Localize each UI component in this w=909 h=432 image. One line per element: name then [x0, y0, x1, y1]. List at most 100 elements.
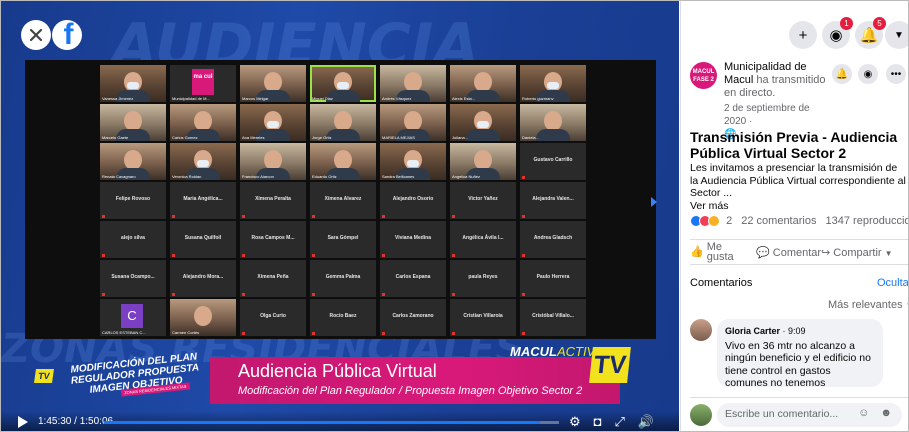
participant-name: Rocio Baez — [329, 313, 357, 319]
share-button[interactable]: ↪ Compartir ▼ — [821, 246, 893, 259]
participant-head — [194, 306, 212, 326]
muted-mic-icon — [522, 215, 525, 218]
post-description-text: Les invitamos a presenciar la transmisió… — [690, 162, 906, 199]
commenter-avatar[interactable] — [690, 319, 712, 341]
emoji-icon[interactable]: ☺ ☻ — [858, 407, 896, 419]
participant-name: Marcos Melgar — [242, 96, 269, 101]
participant-mask — [407, 160, 419, 167]
more-icon: ••• — [890, 68, 902, 80]
participant-tile: Daniela... — [520, 104, 586, 141]
muted-mic-icon — [242, 254, 245, 257]
hide-comments-link[interactable]: Ocultar — [877, 277, 908, 289]
muted-mic-icon — [522, 254, 525, 257]
share-label: Compartir — [833, 247, 882, 259]
participant-tile: Andrea Gladsch — [520, 221, 586, 258]
comment-input[interactable]: Escribe un comentario... ☺ ☻ — [717, 403, 902, 427]
participant-head — [264, 72, 282, 92]
participant-name: Miguel Diaz — [312, 96, 333, 101]
participant-avatar-letter: C — [121, 304, 143, 328]
muted-mic-icon — [312, 293, 315, 296]
participant-name: MARIELA MEJIAS — [382, 135, 415, 140]
next-page-arrow-icon[interactable] — [651, 197, 657, 207]
user-avatar — [690, 404, 712, 426]
participant-tile: Carlos Zamorano — [380, 299, 446, 336]
participant-head — [404, 72, 422, 92]
volume-icon[interactable]: 🔊 — [638, 414, 654, 430]
participant-mask — [337, 82, 349, 89]
participant-name: Alejandra Valen... — [532, 196, 574, 202]
participant-tile: Gemma Palma — [310, 260, 376, 297]
progress-bar[interactable] — [104, 421, 559, 424]
relevance-filter[interactable]: Más relevantes ▼ — [828, 299, 908, 311]
play-icon[interactable] — [18, 416, 28, 428]
video-player[interactable]: AUDIENCIA ZONAS RESIDENCIALES f Vanessa … — [1, 1, 679, 431]
post-title: Transmisión Previa - Audiencia Pública V… — [690, 129, 898, 161]
messenger-button[interactable]: ◉ 1 — [822, 17, 853, 49]
notifications-badge: 5 — [873, 17, 886, 30]
close-icon — [29, 28, 43, 42]
participant-name: Francisco Alarcon — [242, 174, 274, 179]
follow-bell-button[interactable]: 🔔 — [832, 64, 852, 84]
playback-time: 1:45:30 / 1:50:06 — [38, 416, 114, 427]
participant-name: Cristian Villaroia — [463, 313, 503, 319]
participant-tile: Rocio Baez — [310, 299, 376, 336]
more-options-button[interactable]: ••• — [886, 64, 906, 84]
account-menu-button[interactable]: ▼ — [885, 21, 908, 49]
participant-name: Alejandro Osorio — [392, 196, 434, 202]
settings-icon[interactable]: ⚙ — [569, 414, 581, 430]
participant-head — [474, 72, 492, 92]
participant-head — [404, 111, 422, 131]
see-more-link[interactable]: Ver más — [690, 200, 729, 212]
participant-tile: Alejandro Mora... — [170, 260, 236, 297]
participant-mask — [477, 121, 489, 128]
player-icons: ⚙ ◘ ⤢ 🔊 — [569, 414, 654, 430]
fullscreen-icon[interactable]: ⤢ — [615, 414, 625, 430]
facebook-logo[interactable]: f — [52, 20, 82, 50]
participant-tile: Andrés Vásquez — [380, 65, 446, 102]
participant-tile: Sara Gómpel — [310, 221, 376, 258]
muted-mic-icon — [312, 332, 315, 335]
muted-mic-icon — [452, 293, 455, 296]
muted-mic-icon — [452, 254, 455, 257]
like-button[interactable]: 👍 Me gusta — [690, 241, 737, 263]
comment-author[interactable]: Gloria Carter — [725, 326, 780, 336]
participant-name: paula Reyes — [468, 274, 498, 280]
muted-mic-icon — [452, 332, 455, 335]
comment-icon: 💬 — [756, 247, 770, 259]
pip-icon[interactable]: ◘ — [594, 414, 602, 430]
page-avatar[interactable]: MACUL FASE 2 — [690, 62, 717, 89]
thumbs-up-icon: 👍 — [690, 245, 704, 258]
participant-tile: Carmen Cortés — [170, 299, 236, 336]
participant-name: Alejandro Mora... — [182, 274, 224, 280]
participant-name: Victor Yañez — [468, 196, 498, 202]
close-button[interactable] — [21, 20, 51, 50]
participant-name: Susana Ocampo... — [111, 274, 155, 280]
reaction-count: 2 — [726, 215, 733, 227]
muted-mic-icon — [242, 332, 245, 335]
participant-tile: Alexis Esta... — [450, 65, 516, 102]
post-description: Les invitamos a presenciar la transmisió… — [690, 162, 906, 212]
participant-name: Angélica Ávila l... — [462, 235, 504, 241]
reactions-row[interactable]: 2 22 comentarios 1347 reproducciones — [690, 215, 908, 228]
participant-tile: Susana Ocampo... — [100, 260, 166, 297]
message-page-button[interactable]: ◉ — [858, 64, 878, 84]
participant-name: Renata Cavagnaro — [102, 174, 136, 179]
comments-count[interactable]: 22 comentarios — [741, 215, 816, 227]
participant-tile: Vanessa Jimenez — [100, 65, 166, 102]
create-button[interactable]: + — [789, 21, 817, 49]
zoom-gallery: Vanessa Jimenez ma cul Municipalidad de M.… — [25, 60, 657, 339]
share-icon: ↪ — [821, 247, 831, 259]
like-label: Me gusta — [706, 241, 734, 263]
participant-tile: Victor Yañez — [450, 182, 516, 219]
participant-tile: C CARLOS ESTEBAN C... — [100, 299, 166, 336]
participant-name: Felipe Rovoso — [115, 196, 151, 202]
participant-mask — [127, 82, 139, 89]
notifications-button[interactable]: 🔔 5 — [855, 17, 886, 49]
comment-button[interactable]: 💬 Comentar — [756, 246, 821, 259]
participant-tile: MARIELA MEJIAS — [380, 104, 446, 141]
participant-name: Alexis Esta... — [452, 96, 476, 101]
participant-name: alejo silva — [121, 235, 145, 241]
participant-name: Veronica Roldan — [172, 174, 202, 179]
participant-tile: Ximena Peña — [240, 260, 306, 297]
participant-name: Susana Quilfoil — [184, 235, 222, 241]
